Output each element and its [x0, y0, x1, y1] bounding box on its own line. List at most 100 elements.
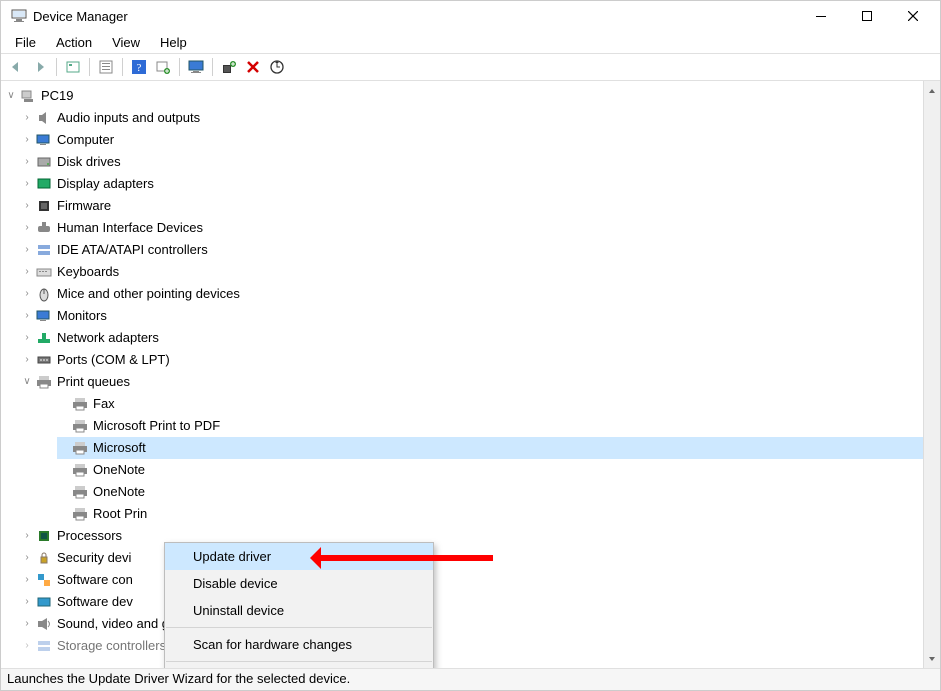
tree-category[interactable]: ›Software con [21, 569, 923, 591]
expand-toggle[interactable]: › [21, 129, 33, 151]
menu-file[interactable]: File [5, 33, 46, 52]
show-hidden-icon[interactable] [62, 56, 84, 78]
menu-view[interactable]: View [102, 33, 150, 52]
maximize-button[interactable] [844, 1, 890, 31]
menu-action[interactable]: Action [46, 33, 102, 52]
tree-category-label: Display adapters [55, 173, 156, 195]
scan-hardware-icon[interactable] [266, 56, 288, 78]
toolbar-separator [122, 58, 123, 76]
expand-toggle[interactable]: › [21, 107, 33, 129]
tree-category[interactable]: › Ports (COM & LPT) [21, 349, 923, 371]
device-add-icon[interactable] [152, 56, 174, 78]
tree-category-label: Storage controllers [55, 635, 168, 657]
tree-category[interactable]: › Monitors [21, 305, 923, 327]
uninstall-icon[interactable] [242, 56, 264, 78]
tree-category[interactable]: ›Mice and other pointing devices [21, 283, 923, 305]
tree-device[interactable]: Microsoft Print to PDF [57, 415, 923, 437]
tree-category-label: Network adapters [55, 327, 161, 349]
content-area: ∨PC19›Audio inputs and outputs›Computer›… [1, 81, 940, 668]
expand-toggle[interactable]: › [21, 151, 33, 173]
context-menu-item[interactable]: Disable device [165, 570, 433, 597]
tree-root-label: PC19 [39, 85, 76, 107]
device-tree[interactable]: ∨PC19›Audio inputs and outputs›Computer›… [1, 81, 923, 657]
display-icon [35, 175, 53, 193]
context-menu-item[interactable]: Uninstall device [165, 597, 433, 624]
help-icon[interactable]: ? [128, 56, 150, 78]
tree-category[interactable]: ›Sound, video and game controllers [21, 613, 923, 635]
tree-category[interactable]: › Network adapters [21, 327, 923, 349]
tree-device[interactable]: Microsoft [57, 437, 923, 459]
tree-category-label: Ports (COM & LPT) [55, 349, 172, 371]
expand-toggle[interactable]: › [21, 239, 33, 261]
tree-category[interactable]: ›Processors [21, 525, 923, 547]
app-icon [11, 8, 27, 24]
expand-toggle[interactable]: › [21, 173, 33, 195]
scroll-up-button[interactable] [925, 83, 940, 98]
forward-icon[interactable] [29, 56, 51, 78]
tree-category[interactable]: ›Human Interface Devices [21, 217, 923, 239]
printer-icon [71, 461, 89, 479]
expand-toggle[interactable]: › [21, 349, 33, 371]
tree-device-label: Root Prin [91, 503, 149, 525]
expand-toggle[interactable]: › [21, 547, 33, 569]
tree-device[interactable]: OneNote [57, 459, 923, 481]
expand-toggle[interactable]: › [21, 525, 33, 547]
storage-ctl-icon [35, 241, 53, 259]
tree-category-label: Print queues [55, 371, 132, 393]
tree-category[interactable]: ›IDE ATA/ATAPI controllers [21, 239, 923, 261]
tree-category-label: Monitors [55, 305, 109, 327]
tree-device[interactable]: Root Prin [57, 503, 923, 525]
expand-toggle[interactable]: › [21, 305, 33, 327]
tree-root[interactable]: ∨ PC19 [5, 85, 923, 107]
context-menu-item[interactable]: Scan for hardware changes [165, 631, 433, 658]
status-text: Launches the Update Driver Wizard for th… [7, 671, 350, 686]
tree-device[interactable]: OneNote [57, 481, 923, 503]
expand-toggle[interactable]: › [21, 283, 33, 305]
expand-toggle[interactable]: › [21, 195, 33, 217]
disk-icon [35, 153, 53, 171]
expand-toggle[interactable]: ∨ [5, 85, 17, 107]
tree-category[interactable]: › Display adapters [21, 173, 923, 195]
printer-icon [71, 505, 89, 523]
expand-toggle[interactable]: ∨ [21, 371, 33, 393]
tree-category-label: Audio inputs and outputs [55, 107, 202, 129]
vertical-scrollbar[interactable] [923, 81, 940, 668]
tree-category[interactable]: ∨ Print queues [21, 371, 923, 393]
toolbar: ? [1, 53, 940, 81]
printer-icon [71, 439, 89, 457]
expand-toggle[interactable]: › [21, 591, 33, 613]
tree-device-label: Microsoft Print to PDF [91, 415, 222, 437]
context-menu-item[interactable]: Properties [165, 665, 433, 668]
back-icon[interactable] [5, 56, 27, 78]
monitor-icon[interactable] [185, 56, 207, 78]
tree-category-label: Computer [55, 129, 116, 151]
tree-category[interactable]: › Audio inputs and outputs [21, 107, 923, 129]
close-button[interactable] [890, 1, 936, 31]
expand-toggle[interactable]: › [21, 569, 33, 591]
tree-category[interactable]: ›Software dev [21, 591, 923, 613]
hid-icon [35, 219, 53, 237]
expand-toggle[interactable]: › [21, 261, 33, 283]
tree-device-label: Fax [91, 393, 117, 415]
tree-category[interactable]: ›Disk drives [21, 151, 923, 173]
expand-toggle[interactable]: › [21, 217, 33, 239]
expand-toggle[interactable]: › [21, 635, 33, 657]
toolbar-separator [179, 58, 180, 76]
tree-device-label: OneNote [91, 481, 147, 503]
monitor-icon [35, 307, 53, 325]
menu-help[interactable]: Help [150, 33, 197, 52]
tree-category[interactable]: ›Keyboards [21, 261, 923, 283]
scroll-down-button[interactable] [925, 651, 940, 666]
expand-toggle[interactable]: › [21, 613, 33, 635]
tree-category[interactable]: › Computer [21, 129, 923, 151]
update-driver-icon[interactable] [218, 56, 240, 78]
speaker-icon [35, 109, 53, 127]
tree-category[interactable]: › Storage controllers [21, 635, 923, 657]
expand-toggle[interactable]: › [21, 327, 33, 349]
tree-device[interactable]: Fax [57, 393, 923, 415]
security-icon [35, 549, 53, 567]
tree-category[interactable]: ›Firmware [21, 195, 923, 217]
toolbar-separator [89, 58, 90, 76]
minimize-button[interactable] [798, 1, 844, 31]
properties-icon[interactable] [95, 56, 117, 78]
